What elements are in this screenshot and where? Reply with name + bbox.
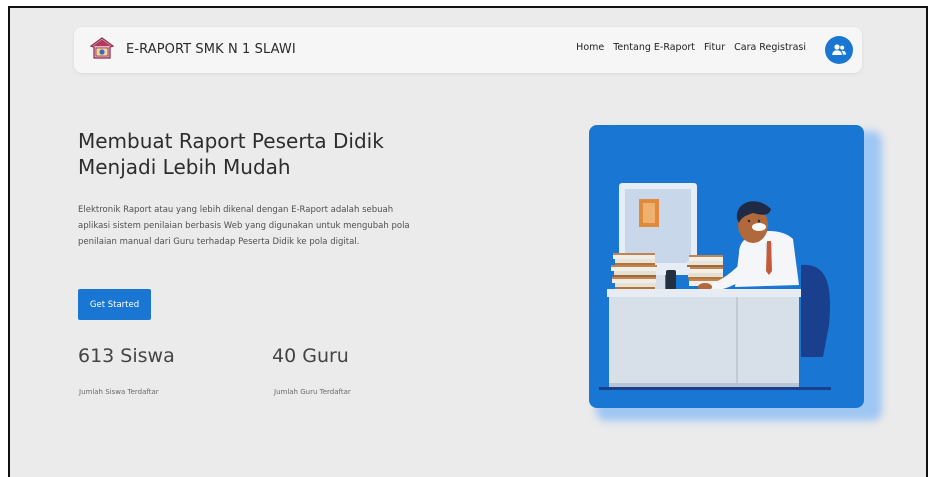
- brand[interactable]: E-RAPORT SMK N 1 SLAWI: [89, 36, 296, 62]
- hero-desc-line3: penilaian manual dari Guru terhadap Pese…: [78, 237, 360, 247]
- navbar: E-RAPORT SMK N 1 SLAWI Home Tentang E-Ra…: [74, 27, 862, 73]
- hero-desc-line2: aplikasi sistem penilaian berbasis Web y…: [78, 221, 410, 231]
- nav-link-home[interactable]: Home: [576, 42, 604, 53]
- hero-illustration: [589, 125, 864, 408]
- stat-guru-label: Jumlah Guru Terdaftar: [274, 388, 351, 396]
- get-started-button[interactable]: Get Started: [78, 289, 151, 320]
- hero-description: Elektronik Raport atau yang lebih dikena…: [78, 202, 498, 250]
- stat-guru-value: 40 Guru: [272, 345, 349, 367]
- teacher-at-desk-illustration: [599, 183, 831, 390]
- hero-title-line2: Menjadi Lebih Mudah: [78, 155, 291, 179]
- school-logo-icon: [89, 37, 115, 59]
- brand-name: E-RAPORT SMK N 1 SLAWI: [126, 41, 296, 57]
- nav-link-registrasi[interactable]: Cara Registrasi: [734, 42, 806, 53]
- nav-link-fitur[interactable]: Fitur: [704, 42, 725, 53]
- user-account-button[interactable]: [825, 36, 853, 64]
- users-icon: [832, 44, 846, 55]
- hero-title-line1: Membuat Raport Peserta Didik: [78, 129, 384, 153]
- nav-links: Home Tentang E-Raport Fitur Cara Registr…: [567, 42, 806, 53]
- stat-siswa-value: 613 Siswa: [78, 345, 175, 367]
- nav-link-tentang[interactable]: Tentang E-Raport: [613, 42, 695, 53]
- hero-desc-line1: Elektronik Raport atau yang lebih dikena…: [78, 205, 394, 215]
- hero-title: Membuat Raport Peserta Didik Menjadi Leb…: [78, 128, 458, 180]
- stat-siswa-label: Jumlah Siswa Terdaftar: [79, 388, 159, 396]
